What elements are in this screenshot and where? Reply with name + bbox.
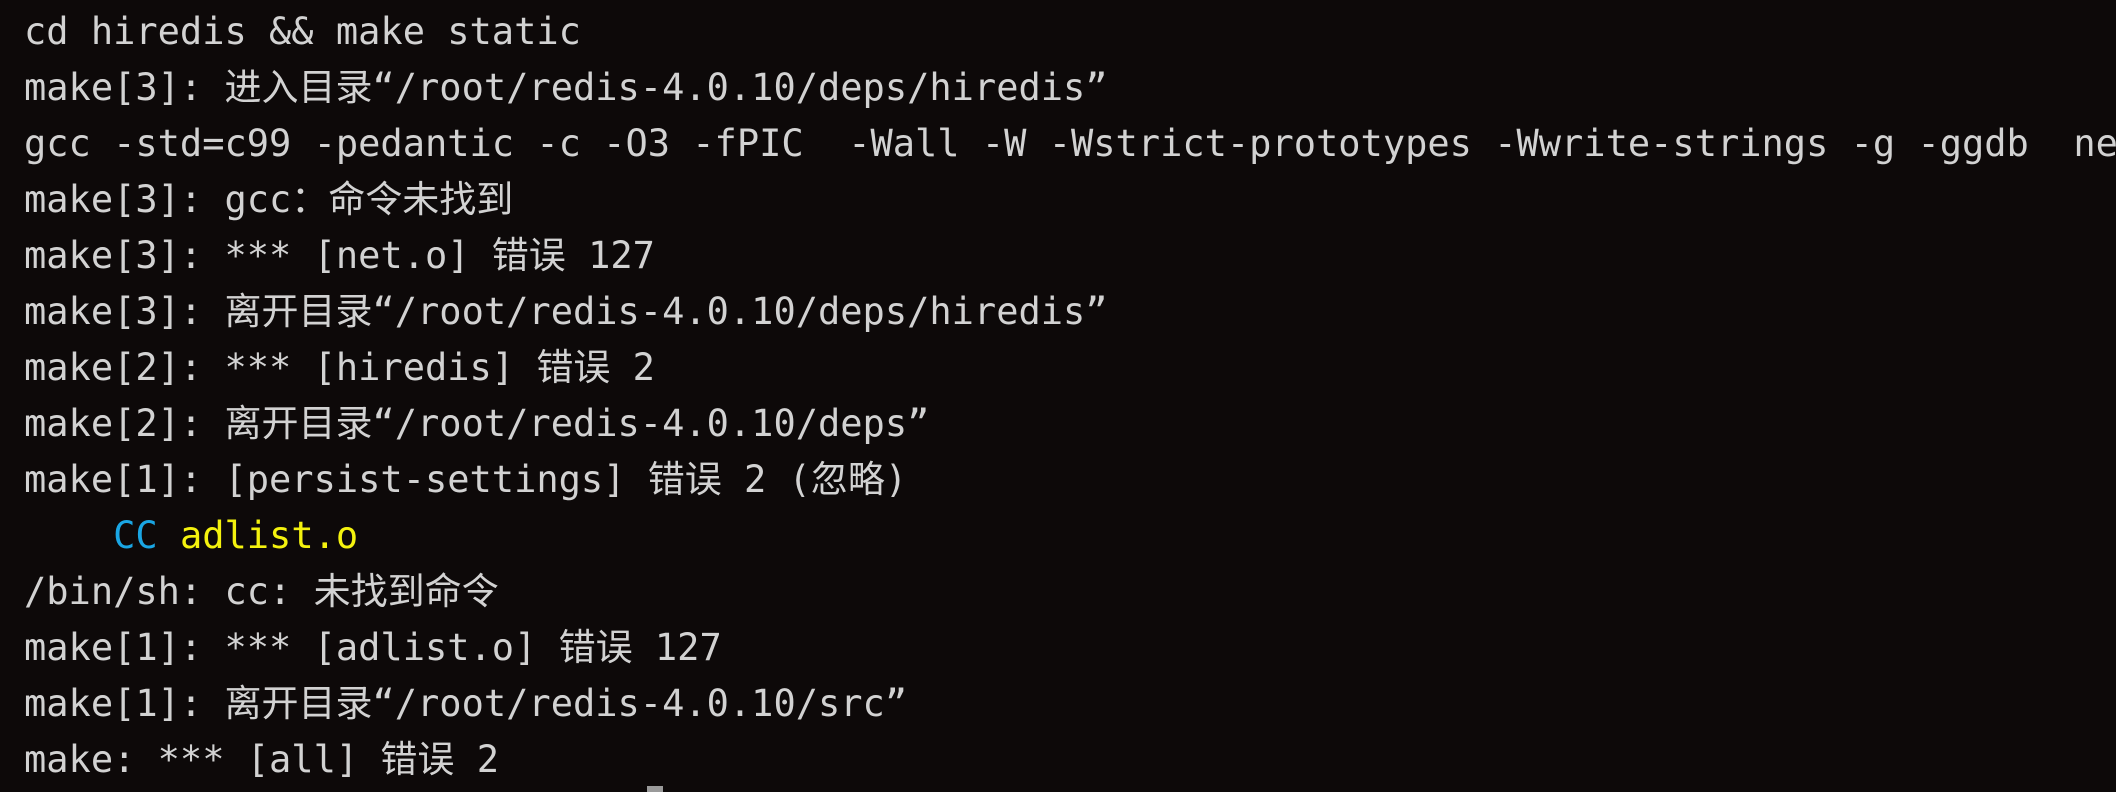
terminal-line: cd hiredis && make static (24, 10, 581, 53)
terminal-cursor (647, 786, 663, 792)
terminal-line: make[2]: 离开目录“/root/redis-4.0.10/deps” (24, 402, 930, 445)
terminal-line: make[1]: *** [adlist.o] 错误 127 (24, 626, 722, 669)
terminal-line: gcc -std=c99 -pedantic -c -O3 -fPIC -Wal… (24, 122, 2116, 165)
terminal-line: make[1]: [persist-settings] 错误 2 (忽略) (24, 458, 908, 501)
compile-indent (24, 514, 113, 557)
terminal-line: make[3]: *** [net.o] 错误 127 (24, 234, 655, 277)
compile-target: adlist.o (179, 514, 359, 557)
terminal-line: make: *** [all] 错误 2 (24, 738, 499, 781)
terminal-line: make[3]: 离开目录“/root/redis-4.0.10/deps/hi… (24, 290, 1108, 333)
terminal-window[interactable]: cd hiredis && make static make[3]: 进入目录“… (0, 0, 2116, 792)
terminal-line: make[3]: gcc：命令未找到 (24, 178, 514, 221)
terminal-line: make[3]: 进入目录“/root/redis-4.0.10/deps/hi… (24, 66, 1108, 109)
terminal-line: make[1]: 离开目录“/root/redis-4.0.10/src” (24, 682, 908, 725)
compile-line: CC adlist.o (24, 508, 2116, 564)
terminal-line: /bin/sh: cc: 未找到命令 (24, 570, 499, 613)
terminal-line: make[2]: *** [hiredis] 错误 2 (24, 346, 655, 389)
compile-tag: CC (113, 514, 158, 557)
